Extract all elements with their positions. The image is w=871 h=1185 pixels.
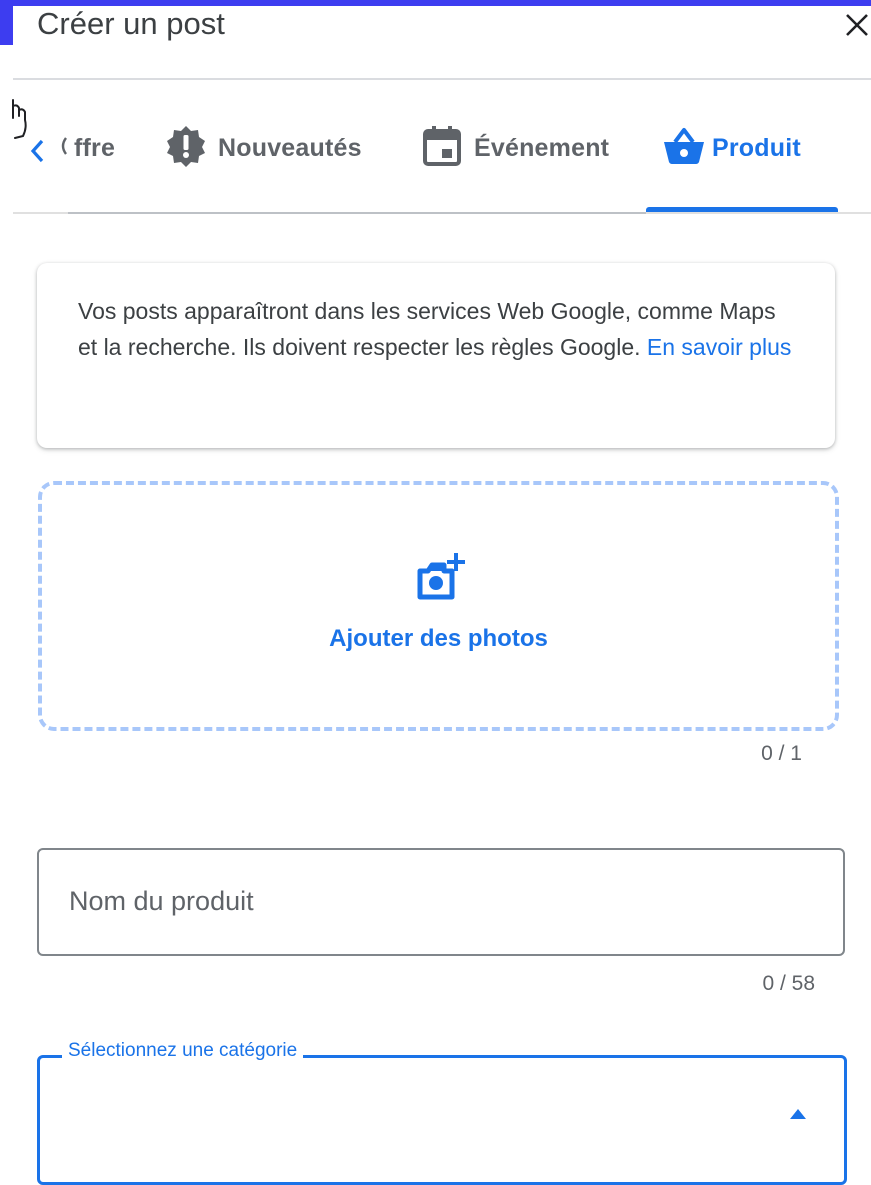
offer-icon [58,133,68,164]
calendar-icon [420,124,464,173]
tab-produit[interactable]: Produit [662,124,801,172]
dialog-title: Créer un post [37,6,225,41]
shopping-basket-icon [662,124,706,173]
policy-info-text: Vos posts apparaîtront dans les services… [78,293,798,365]
photo-counter: 0 / 1 [761,742,802,765]
product-name-counter: 0 / 58 [762,972,815,995]
tab-offre[interactable]: ffre [58,124,115,172]
close-icon [846,14,868,36]
add-photos-label: Ajouter des photos [329,625,548,652]
add-photos-dropzone[interactable]: Ajouter des photos [38,481,839,731]
chevron-left-icon [30,139,44,163]
header-divider [13,78,871,80]
tab-produit-label: Produit [712,133,801,162]
tab-offre-label: ffre [74,133,116,162]
tab-evenement-label: Événement [474,133,610,162]
product-name-placeholder: Nom du produit [69,886,254,916]
tabs-scroll-left-button[interactable] [28,138,48,164]
category-select[interactable]: Sélectionnez une catégorie [37,1040,847,1185]
caret-up-icon [790,1109,806,1119]
alert-badge-icon [164,124,208,173]
tab-evenement[interactable]: Événement [420,124,609,172]
learn-more-link[interactable]: En savoir plus [647,334,791,360]
tabs-scroll-track [68,212,646,214]
add-photo-camera-icon [417,553,465,600]
product-name-field[interactable]: Nom du produit [37,848,845,956]
active-tab-indicator [646,207,838,212]
category-select-label: Sélectionnez une catégorie [62,1040,304,1062]
close-button[interactable] [843,6,871,42]
window-accent-corner [0,0,13,45]
tab-nouveautes[interactable]: Nouveautés [164,124,362,172]
tab-nouveautes-label: Nouveautés [218,133,362,162]
policy-info-card: Vos posts apparaîtront dans les services… [37,263,835,448]
